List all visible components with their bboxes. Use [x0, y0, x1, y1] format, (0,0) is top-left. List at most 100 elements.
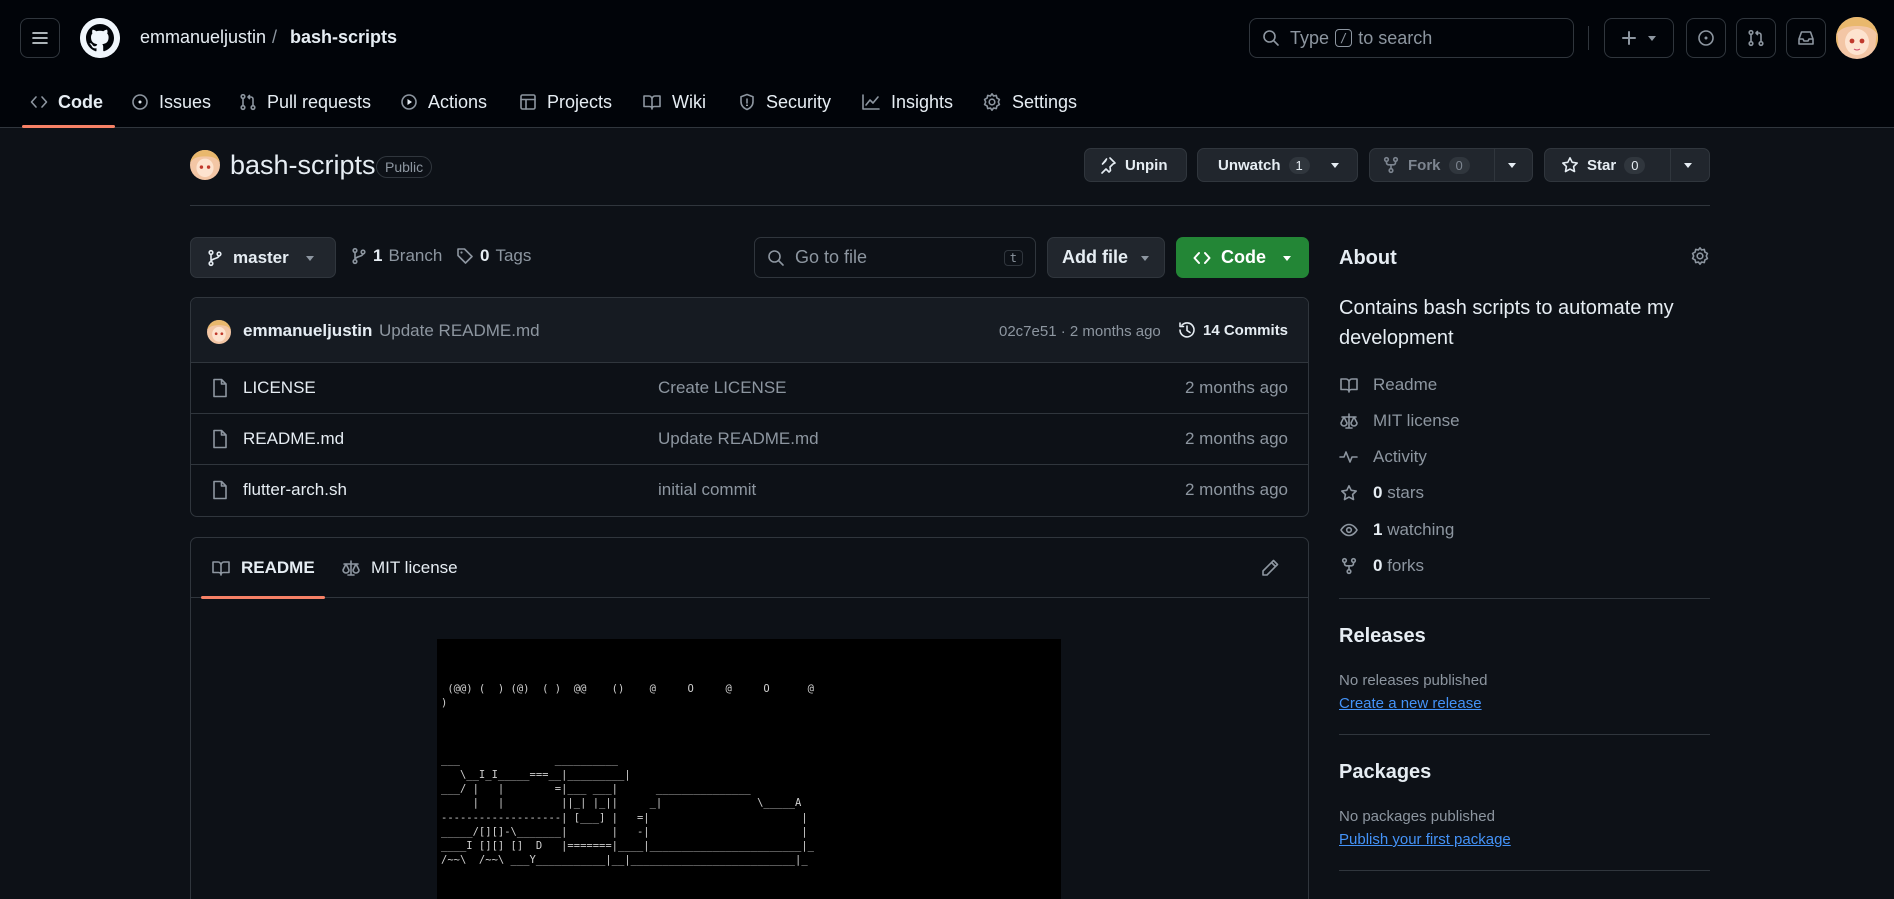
- tab-mit-license[interactable]: MIT license: [341, 538, 458, 598]
- publish-package-link[interactable]: Publish your first package: [1339, 831, 1511, 848]
- pencil-icon[interactable]: [1260, 558, 1280, 578]
- file-commit-date: 2 months ago: [1184, 378, 1288, 397]
- tab-insights-label: Insights: [891, 91, 954, 112]
- packages-empty-text: No packages published: [1339, 808, 1495, 825]
- file-commit-message[interactable]: initial commit: [658, 480, 756, 500]
- unpin-button[interactable]: Unpin: [1084, 148, 1187, 182]
- avatar-image: [190, 150, 220, 180]
- file-icon: [213, 480, 227, 500]
- tab-code[interactable]: Code: [22, 76, 115, 128]
- readme-link-label: Readme: [1373, 375, 1438, 394]
- law-icon: [1340, 413, 1358, 429]
- commit-author[interactable]: emmanueljustin: [243, 321, 372, 341]
- repo-name[interactable]: bash-scripts: [230, 150, 376, 181]
- tab-insights[interactable]: Insights: [861, 76, 953, 128]
- file-commit-date: 2 months ago: [1184, 429, 1288, 448]
- fork-button[interactable]: Fork 0: [1369, 148, 1533, 182]
- stars-link[interactable]: 0 stars: [1339, 483, 1424, 503]
- gear-icon[interactable]: [1690, 246, 1710, 266]
- go-to-file-input[interactable]: Go to file t: [754, 237, 1036, 278]
- tab-pull-requests-label: Pull requests: [267, 91, 372, 112]
- your-issues-button[interactable]: [1686, 18, 1726, 58]
- your-pull-requests-button[interactable]: [1736, 18, 1776, 58]
- license-link[interactable]: MIT license: [1339, 411, 1460, 431]
- star-button[interactable]: Star 0: [1544, 148, 1710, 182]
- issue-icon: [132, 94, 148, 110]
- create-new-button[interactable]: [1604, 18, 1674, 58]
- avatar-image: [207, 320, 231, 344]
- file-row[interactable]: flutter-arch.sh initial commit 2 months …: [191, 465, 1308, 516]
- fork-label: Fork: [1408, 156, 1441, 174]
- repo-title-bar: bash-scripts Public Unpin Unwatch 1 Fork…: [190, 146, 1710, 206]
- search-icon: [768, 249, 784, 266]
- commit-hash-and-time[interactable]: 02c7e51 · 2 months ago: [999, 323, 1161, 340]
- activity-link[interactable]: Activity: [1339, 447, 1427, 467]
- issue-icon: [1698, 30, 1714, 46]
- commits-link[interactable]: 14 Commits: [1177, 320, 1288, 340]
- file-row[interactable]: README.md Update README.md 2 months ago: [191, 414, 1308, 465]
- history-icon: [1179, 322, 1195, 338]
- commit-author-avatar[interactable]: [207, 320, 231, 344]
- forks-link[interactable]: 0 forks: [1339, 556, 1424, 576]
- search-icon: [1263, 30, 1279, 46]
- branches-link[interactable]: 1 Branch: [351, 246, 442, 266]
- github-logo-icon[interactable]: [80, 18, 120, 58]
- tab-projects[interactable]: Projects: [519, 76, 612, 128]
- branch-selector[interactable]: master: [190, 237, 336, 278]
- pull-request-icon: [240, 93, 256, 111]
- readme-ascii-art: (@@) ( ) (@) ( ) @@ () @ O @ O @ ) ___ _…: [437, 639, 1061, 899]
- readme-link[interactable]: Readme: [1339, 375, 1437, 395]
- eye-icon: [1340, 523, 1358, 537]
- breadcrumb-owner[interactable]: emmanueljustin: [140, 27, 266, 48]
- tab-readme[interactable]: README: [201, 538, 325, 599]
- tags-link[interactable]: 0 Tags: [456, 246, 531, 266]
- file-icon: [213, 378, 227, 398]
- commit-message[interactable]: Update README.md: [379, 321, 540, 341]
- star-dropdown[interactable]: [1670, 149, 1705, 181]
- watching-link[interactable]: 1 watching: [1339, 520, 1454, 540]
- user-avatar[interactable]: [1836, 17, 1878, 59]
- file-name[interactable]: README.md: [243, 429, 344, 449]
- packages-heading[interactable]: Packages: [1339, 761, 1431, 784]
- commits-label: 14 Commits: [1203, 321, 1289, 339]
- tag-icon: [457, 248, 473, 264]
- tab-wiki[interactable]: Wiki: [642, 76, 706, 128]
- repo-nav: Code Issues Pull requests Actions Projec…: [0, 76, 1894, 128]
- file-commit-message[interactable]: Create LICENSE: [658, 378, 787, 398]
- hamburger-icon: [32, 32, 48, 44]
- tab-wiki-label: Wiki: [672, 91, 706, 112]
- watch-count: 1: [1288, 156, 1310, 174]
- global-header: emmanueljustin / bash-scripts Type / to …: [0, 0, 1894, 128]
- file-name[interactable]: flutter-arch.sh: [243, 480, 347, 500]
- file-name[interactable]: LICENSE: [243, 378, 316, 398]
- file-icon: [213, 429, 227, 449]
- book-icon: [643, 95, 661, 110]
- create-release-link[interactable]: Create a new release: [1339, 695, 1482, 712]
- add-file-label: Add file: [1062, 247, 1128, 267]
- menu-button[interactable]: [20, 18, 60, 58]
- stars-label: stars: [1387, 483, 1425, 502]
- gear-icon: [983, 93, 1001, 111]
- file-row[interactable]: LICENSE Create LICENSE 2 months ago: [191, 363, 1308, 414]
- sidebar-divider: [1339, 870, 1710, 871]
- search-input[interactable]: Type / to search: [1249, 18, 1574, 58]
- file-commit-message[interactable]: Update README.md: [658, 429, 819, 449]
- tab-settings[interactable]: Settings: [982, 76, 1077, 128]
- book-icon: [212, 561, 230, 576]
- unwatch-button[interactable]: Unwatch 1: [1197, 148, 1358, 182]
- fork-dropdown[interactable]: [1494, 149, 1529, 181]
- code-clone-button[interactable]: Code: [1176, 237, 1309, 278]
- tab-pull-requests[interactable]: Pull requests: [239, 76, 371, 128]
- breadcrumb-repo[interactable]: bash-scripts: [290, 27, 397, 48]
- unwatch-label: Unwatch: [1218, 156, 1281, 174]
- tab-security[interactable]: Security: [738, 76, 831, 128]
- releases-heading[interactable]: Releases: [1339, 625, 1426, 648]
- repo-owner-avatar[interactable]: [190, 150, 220, 180]
- tab-issues[interactable]: Issues: [131, 76, 211, 128]
- tags-label: Tags: [495, 246, 532, 265]
- watch-dropdown[interactable]: [1318, 149, 1352, 181]
- add-file-button[interactable]: Add file: [1047, 237, 1165, 278]
- triangle-down-icon: [1684, 163, 1692, 168]
- tab-actions[interactable]: Actions: [400, 76, 487, 128]
- inbox-button[interactable]: [1786, 18, 1826, 58]
